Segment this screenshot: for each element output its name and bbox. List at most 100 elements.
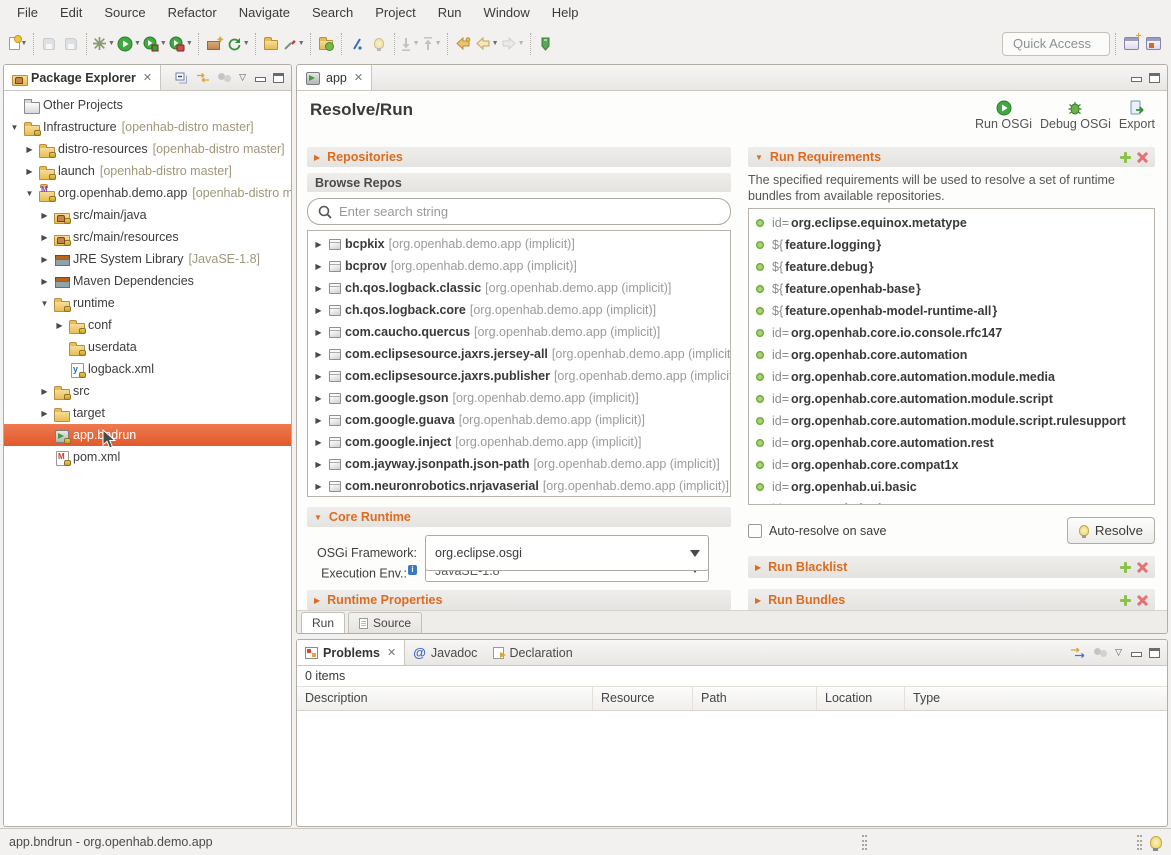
expander-icon[interactable] — [38, 277, 51, 286]
tree-item[interactable]: src/main/resources — [4, 226, 291, 248]
lightbulb-icon[interactable] — [1150, 836, 1162, 849]
add-requirement-icon[interactable] — [1120, 152, 1131, 163]
remove-bundle-icon[interactable] — [1137, 595, 1148, 606]
tree-item[interactable]: src — [4, 380, 291, 402]
requirement-item[interactable]: ${ feature.openhab-model-runtime-all } — [749, 300, 1154, 322]
menu-item[interactable]: File — [6, 3, 49, 22]
remove-requirement-icon[interactable] — [1137, 152, 1148, 163]
repo-item[interactable]: com.neuronrobotics.nrjavaserial [org.ope… — [308, 475, 730, 497]
tree-item[interactable]: runtime — [4, 292, 291, 314]
tree-item[interactable]: src/main/java — [4, 204, 291, 226]
menu-item[interactable]: Search — [301, 3, 364, 22]
status-grip[interactable] — [1137, 835, 1142, 850]
expander-icon[interactable] — [38, 211, 51, 220]
collapse-all-icon[interactable] — [175, 72, 188, 84]
repo-item[interactable]: com.eclipsesource.jaxrs.publisher [org.o… — [308, 365, 730, 387]
save-button[interactable] — [39, 32, 59, 56]
menu-item[interactable]: Window — [473, 3, 541, 22]
section-run-bundles[interactable]: Run Bundles — [748, 589, 1155, 611]
expander-icon[interactable] — [312, 394, 325, 403]
requirement-item[interactable]: ${ feature.logging } — [749, 234, 1154, 256]
run-button[interactable]: ▼ — [117, 32, 141, 56]
view-menu-icon[interactable]: ▽ — [1115, 647, 1122, 658]
add-blacklist-icon[interactable] — [1120, 562, 1131, 573]
expander-icon[interactable] — [23, 145, 36, 154]
tree-item[interactable]: app.bndrun — [4, 424, 291, 446]
format-brush-button[interactable]: ▼ — [283, 32, 305, 56]
tree-item[interactable]: launch [openhab-distro master] — [4, 160, 291, 182]
tab-source[interactable]: Source — [348, 612, 422, 633]
expander-icon[interactable] — [8, 123, 21, 132]
column-path[interactable]: Path — [693, 687, 817, 710]
pin-editor-button[interactable] — [536, 32, 556, 56]
expander-icon[interactable] — [312, 306, 325, 315]
section-run-blacklist[interactable]: Run Blacklist — [748, 556, 1155, 578]
repo-item[interactable]: ch.qos.logback.classic [org.openhab.demo… — [308, 277, 730, 299]
resolve-button[interactable]: Resolve — [1067, 517, 1155, 544]
column-description[interactable]: Description — [297, 687, 593, 710]
group-by-icon[interactable] — [1094, 648, 1107, 657]
tree-item[interactable]: Infrastructure [openhab-distro master] — [4, 116, 291, 138]
profile-button[interactable]: ▼ — [169, 32, 193, 56]
repo-item[interactable]: com.jayway.jsonpath.json-path [org.openh… — [308, 453, 730, 475]
next-annotation-button[interactable]: ▼ — [400, 32, 420, 56]
quick-access-input[interactable] — [1002, 32, 1110, 56]
menu-item[interactable]: Refactor — [157, 3, 228, 22]
expander-icon[interactable] — [23, 167, 36, 176]
osgi-framework-combo[interactable]: org.eclipse.osgi — [425, 535, 709, 571]
add-bundle-icon[interactable] — [1120, 595, 1131, 606]
repo-item[interactable]: com.google.inject [org.openhab.demo.app … — [308, 431, 730, 453]
menu-item[interactable]: Source — [93, 3, 156, 22]
minimize-icon[interactable] — [1130, 73, 1141, 83]
minimize-icon[interactable] — [1130, 648, 1141, 658]
debug-button[interactable]: ▼ — [92, 32, 115, 56]
refresh-repos-button[interactable]: ▼ — [226, 32, 250, 56]
column-resource[interactable]: Resource — [593, 687, 693, 710]
expander-icon[interactable] — [312, 438, 325, 447]
new-wizard-button[interactable]: ▼ — [8, 32, 28, 56]
back-button[interactable]: ▼ — [475, 32, 499, 56]
tab-declaration[interactable]: Declaration — [485, 640, 580, 665]
expander-icon[interactable] — [38, 299, 51, 308]
new-repo-bundle-button[interactable] — [204, 32, 224, 56]
focus-icon[interactable] — [218, 73, 231, 82]
maximize-icon[interactable] — [1149, 648, 1160, 658]
tree-item[interactable]: Maven Dependencies — [4, 270, 291, 292]
repo-item[interactable]: bcprov [org.openhab.demo.app (implicit)] — [308, 255, 730, 277]
requirement-item[interactable]: id= org.openhab.core.compat1x — [749, 454, 1154, 476]
requirement-item[interactable]: ${ feature.debug } — [749, 256, 1154, 278]
expander-icon[interactable] — [312, 416, 325, 425]
expander-icon[interactable] — [38, 409, 51, 418]
save-all-button[interactable] — [61, 32, 81, 56]
expander-icon[interactable] — [38, 387, 51, 396]
package-explorer-tab[interactable]: Package Explorer ✕ — [4, 65, 161, 90]
tree-item[interactable]: org.openhab.demo.app [openhab-distro mas… — [4, 182, 291, 204]
tree-item[interactable]: target — [4, 402, 291, 424]
requirement-item[interactable]: id= org.openhab.core.automation.module.s… — [749, 388, 1154, 410]
tab-javadoc[interactable]: @ Javadoc — [405, 640, 485, 665]
open-perspective-button[interactable] — [1121, 32, 1141, 56]
repo-item[interactable]: com.caucho.quercus [org.openhab.demo.app… — [308, 321, 730, 343]
section-run-requirements[interactable]: Run Requirements — [748, 147, 1155, 167]
previous-annotation-button[interactable]: ▼ — [422, 32, 442, 56]
menu-item[interactable]: Project — [364, 3, 426, 22]
column-type[interactable]: Type — [905, 687, 1167, 710]
expander-icon[interactable] — [38, 255, 51, 264]
close-icon[interactable]: ✕ — [143, 71, 152, 84]
open-resource-button[interactable] — [316, 32, 336, 56]
tab-run[interactable]: Run — [301, 612, 345, 633]
last-edit-location-button[interactable] — [453, 32, 473, 56]
forward-button[interactable]: ▼ — [501, 32, 525, 56]
expander-icon[interactable] — [312, 460, 325, 469]
expander-icon[interactable] — [312, 328, 325, 337]
section-runtime-properties[interactable]: Runtime Properties — [307, 590, 731, 610]
requirement-item[interactable]: id= org.openhab.core.io.console.rfc147 — [749, 322, 1154, 344]
requirement-item[interactable]: id= org.openhab.core.automation.module.m… — [749, 366, 1154, 388]
java-perspective-button[interactable] — [1143, 32, 1163, 56]
export-button[interactable]: Export — [1117, 100, 1157, 139]
tree-item[interactable]: logback.xml — [4, 358, 291, 380]
maximize-icon[interactable] — [273, 73, 284, 83]
repo-item[interactable]: bcpkix [org.openhab.demo.app (implicit)] — [308, 233, 730, 255]
expander-icon[interactable] — [312, 262, 325, 271]
tab-problems[interactable]: Problems ✕ — [297, 640, 405, 665]
